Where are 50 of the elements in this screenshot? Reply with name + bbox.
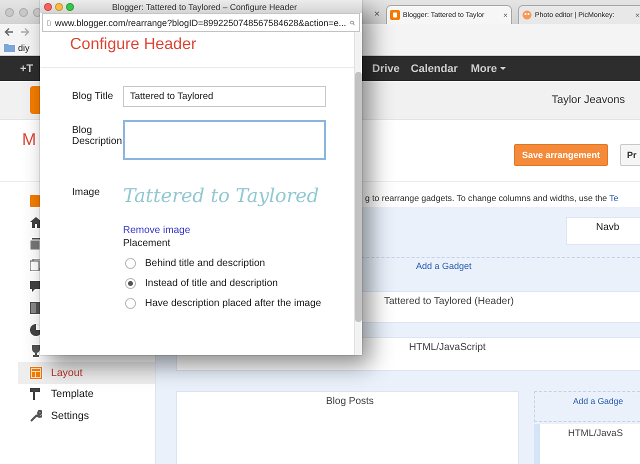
remove-image-link[interactable]: Remove image: [123, 225, 190, 236]
user-name[interactable]: Taylor Jeavons: [552, 94, 625, 106]
add-gadget-link[interactable]: Add a Gadge: [573, 396, 624, 406]
add-gadget-link[interactable]: Add a Gadget: [416, 261, 472, 271]
more-menu[interactable]: More: [470, 62, 506, 74]
nav-link[interactable]: Calendar: [410, 62, 458, 74]
blog-posts-gadget[interactable]: Blog Posts: [176, 391, 519, 464]
page-icon: [47, 18, 51, 28]
monkey-face-icon: [522, 10, 532, 20]
description-field[interactable]: [123, 120, 326, 160]
field-label: Blog Description: [72, 124, 123, 149]
window-title: Blogger: Tattered to Taylored – Configure Header: [111, 2, 298, 12]
caret-icon: [500, 67, 506, 70]
address-bar[interactable]: www.blogger.com/rearrange?blogID=8992250748567584628&action=e...: [42, 13, 360, 32]
layout-icon[interactable]: [30, 366, 42, 379]
pages-icon[interactable]: [30, 259, 42, 272]
title-field[interactable]: Tattered to Taylored: [123, 86, 326, 107]
wrench-icon[interactable]: [30, 410, 42, 422]
folder-icon: [4, 43, 15, 52]
template-link[interactable]: Te: [609, 193, 618, 203]
sidebar-item[interactable]: Template: [0, 384, 155, 405]
new-post-button-icon[interactable]: [30, 194, 40, 207]
html-gadget[interactable]: HTML/JavaS: [534, 424, 640, 464]
nav-link[interactable]: +T: [20, 62, 34, 74]
field-label: Blog Title: [72, 90, 114, 104]
posts-icon[interactable]: [30, 238, 42, 250]
radio-label[interactable]: Instead of title and description: [145, 278, 278, 288]
radio-button[interactable]: [125, 278, 136, 288]
tab-close-icon[interactable]: ×: [635, 10, 640, 20]
header-image: Tattered to Taylored: [123, 184, 319, 209]
home-icon[interactable]: [30, 216, 42, 228]
preview-button[interactable]: Pr: [620, 144, 640, 166]
placement-label: Placement: [123, 238, 172, 249]
field-label: Image: [72, 186, 101, 200]
tab-close-icon[interactable]: ×: [374, 9, 380, 20]
blogger-logo-icon: [390, 10, 400, 20]
sidebar-item[interactable]: Layout: [18, 362, 155, 384]
bookmark-link[interactable]: diy: [18, 42, 30, 52]
trophy-icon[interactable]: [30, 345, 42, 358]
tab-close-icon[interactable]: ×: [503, 10, 508, 20]
back-arrow-icon[interactable]: [4, 27, 14, 37]
radio-button[interactable]: [125, 298, 136, 308]
scrollbar[interactable]: [354, 32, 362, 355]
radio-button[interactable]: [125, 258, 136, 268]
sidebar-item[interactable]: Settings: [0, 405, 155, 426]
radio-label[interactable]: Behind title and description: [145, 258, 266, 268]
navbar-gadget[interactable]: Navb: [566, 217, 640, 245]
nav-link[interactable]: Drive: [372, 62, 400, 74]
forward-arrow-icon[interactable]: [20, 27, 30, 37]
page-heading: M: [22, 130, 36, 150]
